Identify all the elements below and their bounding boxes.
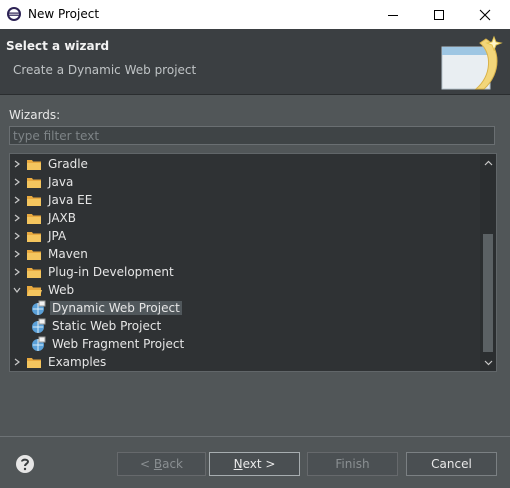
tree-item-jaxb[interactable]: JAXB — [10, 209, 78, 227]
tree-item-label: Static Web Project — [52, 319, 162, 333]
maximize-icon — [434, 9, 444, 20]
chevron-right-icon[interactable] — [10, 155, 24, 173]
chevron-right-icon[interactable] — [10, 191, 24, 209]
wizard-tree[interactable]: Gradle Java Java EE JAXB JPA Maven Plug-… — [9, 153, 497, 372]
close-button[interactable] — [462, 0, 508, 29]
back-button[interactable]: < Back — [117, 452, 206, 476]
back-button-rest: ack — [162, 457, 183, 471]
finish-button-label: Finish — [335, 457, 370, 471]
cancel-button[interactable]: Cancel — [406, 452, 497, 476]
tree-item-gradle[interactable]: Gradle — [10, 155, 90, 173]
tree-item-jpa[interactable]: JPA — [10, 227, 68, 245]
tree-item-examples[interactable]: Examples — [10, 353, 108, 371]
cancel-button-label: Cancel — [431, 457, 472, 471]
tree-item-dynamic-web-project[interactable]: Dynamic Web Project — [28, 299, 182, 317]
folder-open-icon — [26, 282, 42, 298]
scrollbar-thumb[interactable] — [483, 234, 493, 352]
tree-item-label: Dynamic Web Project — [50, 301, 182, 315]
title-bar[interactable]: New Project — [0, 0, 510, 30]
tree-item-java[interactable]: Java — [10, 173, 75, 191]
tree-item-label: Java — [48, 175, 74, 189]
folder-icon — [26, 192, 42, 208]
folder-icon — [26, 354, 42, 370]
web-fragment-icon — [30, 336, 46, 352]
tree-item-label: Examples — [48, 355, 107, 369]
tree-item-java-ee[interactable]: Java EE — [10, 191, 94, 209]
help-icon[interactable] — [15, 454, 35, 474]
tree-item-maven[interactable]: Maven — [10, 245, 90, 263]
folder-icon — [26, 246, 42, 262]
folder-icon — [26, 174, 42, 190]
tree-item-web[interactable]: Web — [10, 281, 76, 299]
scroll-up-icon[interactable] — [480, 155, 496, 171]
chevron-right-icon[interactable] — [10, 245, 24, 263]
next-button[interactable]: Next > — [209, 452, 300, 476]
minimize-button[interactable] — [370, 0, 416, 29]
chevron-right-icon[interactable] — [10, 227, 24, 245]
folder-icon — [26, 228, 42, 244]
folder-icon — [26, 156, 42, 172]
next-button-mnemonic: N — [233, 457, 243, 471]
web-project-icon — [30, 318, 46, 334]
web-project-icon — [30, 300, 46, 316]
new-wizard-banner-icon — [436, 33, 506, 93]
window-title: New Project — [28, 7, 100, 21]
back-button-prefix: < — [139, 457, 154, 471]
next-button-rest: ext > — [242, 457, 276, 471]
folder-icon — [26, 210, 42, 226]
tree-item-web-fragment-project[interactable]: Web Fragment Project — [28, 335, 186, 353]
wizards-label: Wizards: — [9, 108, 61, 122]
chevron-down-icon[interactable] — [10, 281, 24, 299]
tree-item-label: Web — [48, 283, 75, 297]
tree-item-label: Web Fragment Project — [52, 337, 185, 351]
tree-item-static-web-project[interactable]: Static Web Project — [28, 317, 163, 335]
chevron-right-icon[interactable] — [10, 353, 24, 371]
header-title: Select a wizard — [6, 39, 110, 53]
chevron-right-icon[interactable] — [10, 209, 24, 227]
maximize-button[interactable] — [416, 0, 462, 29]
chevron-right-icon[interactable] — [10, 173, 24, 191]
tree-item-label: Maven — [48, 247, 88, 261]
tree-item-plugin-development[interactable]: Plug-in Development — [10, 263, 176, 281]
tree-item-label: JPA — [48, 229, 67, 243]
filter-input[interactable] — [9, 126, 495, 145]
tree-item-label: JAXB — [48, 211, 76, 225]
finish-button[interactable]: Finish — [307, 452, 398, 476]
header-description: Create a Dynamic Web project — [13, 63, 197, 77]
back-button-mnemonic: B — [153, 457, 163, 471]
scroll-down-icon[interactable] — [480, 355, 496, 371]
wizard-header: Select a wizard Create a Dynamic Web pro… — [0, 29, 510, 95]
tree-scrollbar[interactable] — [480, 154, 496, 371]
close-icon — [479, 9, 491, 20]
chevron-right-icon[interactable] — [10, 263, 24, 281]
folder-icon — [26, 264, 42, 280]
footer-separator — [0, 436, 510, 437]
tree-item-label: Plug-in Development — [48, 265, 174, 279]
minimize-icon — [388, 14, 398, 16]
tree-item-label: Java EE — [48, 193, 93, 207]
tree-item-label: Gradle — [48, 157, 88, 171]
eclipse-app-icon — [6, 6, 22, 22]
